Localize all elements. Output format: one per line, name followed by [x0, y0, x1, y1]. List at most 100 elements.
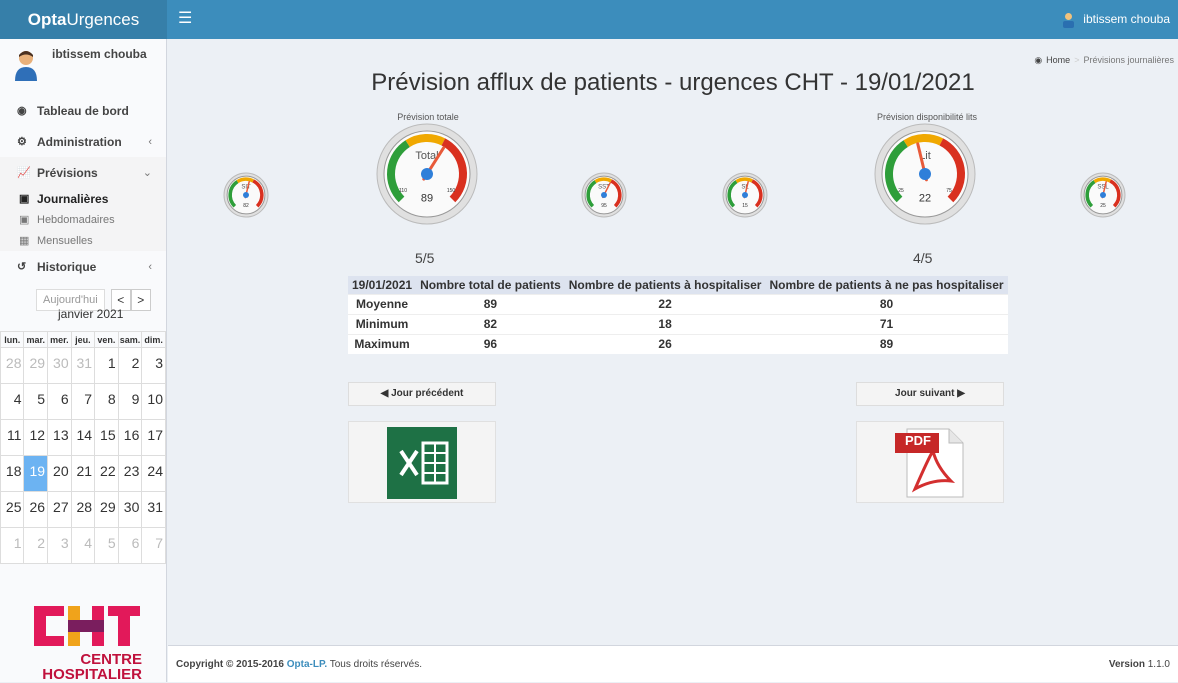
table-cell: 18: [564, 313, 766, 334]
sidebar-toggle-icon[interactable]: ☰: [178, 9, 192, 29]
calendar-day[interactable]: 30: [47, 347, 72, 384]
calendar-next-button[interactable]: >: [130, 289, 151, 311]
sidebar-subitem-label: Journalières: [37, 191, 109, 206]
gauge-value: 82: [243, 203, 249, 209]
calendar-day[interactable]: 14: [70, 419, 96, 456]
calendar-day[interactable]: 5: [94, 527, 119, 564]
gauge-total: Total89110 150: [376, 123, 478, 225]
sidebar-item-historique[interactable]: ↺ Historique ‹: [0, 251, 166, 282]
calendar-day[interactable]: 29: [23, 347, 49, 384]
calendar-day[interactable]: 31: [141, 491, 166, 528]
sidebar-item-label: Tableau de bord: [37, 103, 129, 118]
user-avatar-icon: [1063, 12, 1075, 28]
calendar-day[interactable]: 7: [70, 383, 96, 420]
chevron-down-icon: ⌄: [142, 167, 152, 179]
calendar-day[interactable]: 26: [23, 491, 49, 528]
calendar-day[interactable]: 6: [47, 383, 72, 420]
calendar-weekday: dim.: [141, 331, 166, 348]
calendar-day[interactable]: 25: [0, 491, 25, 528]
calendar-day[interactable]: 21: [70, 455, 96, 492]
calendar-day[interactable]: 15: [94, 419, 119, 456]
user-menu[interactable]: ibtissem chouba: [1062, 0, 1170, 39]
export-pdf-button[interactable]: PDF: [856, 421, 1004, 503]
breadcrumb-home[interactable]: Home: [1046, 55, 1070, 66]
gauge-value: 15: [742, 203, 748, 209]
calendar-day[interactable]: 5: [23, 383, 49, 420]
calendar-day[interactable]: 20: [47, 455, 72, 492]
gauge-title: SL: [741, 184, 749, 190]
table-cell: 89: [765, 333, 1008, 354]
calendar-day[interactable]: 19: [23, 455, 49, 492]
history-icon: ↺: [17, 261, 27, 273]
breadcrumb-current: Prévisions journalières: [1083, 55, 1174, 65]
calendar-day[interactable]: 3: [47, 527, 72, 564]
table-cell: 71: [765, 313, 1008, 334]
calendar-day[interactable]: 28: [0, 347, 25, 384]
calendar-day[interactable]: 9: [117, 383, 143, 420]
calendar-day[interactable]: 18: [0, 455, 25, 492]
chevron-left-icon: ‹: [148, 135, 152, 148]
footer: Copyright © 2015-2016 Opta-LP. Tous droi…: [168, 645, 1178, 682]
sidebar-item-previsions[interactable]: 📈 Prévisions ⌄: [0, 157, 166, 188]
calendar-day[interactable]: 24: [141, 455, 166, 492]
prediction-table: 19/01/2021 Nombre total de patients Nombre…: [348, 276, 1008, 354]
table-row-label: Minimum: [348, 313, 417, 334]
calendar-day[interactable]: 2: [117, 347, 143, 384]
excel-icon: [387, 427, 457, 499]
footer-company-link[interactable]: Opta-LP.: [287, 659, 327, 670]
version-number: 1.1.0: [1144, 659, 1170, 670]
table-cell: 82: [416, 313, 565, 334]
calendar-day[interactable]: 2: [23, 527, 49, 564]
previous-day-button[interactable]: ◀ Jour précédent: [348, 382, 496, 406]
calendar-day[interactable]: 22: [94, 455, 119, 492]
calendar-day[interactable]: 17: [141, 419, 166, 456]
table-row: Moyenne 89 22 80: [348, 293, 1008, 314]
calendar-day[interactable]: 10: [141, 383, 166, 420]
calendar-day[interactable]: 27: [47, 491, 72, 528]
sidebar-subitem-hebdomadaires[interactable]: ▣ Hebdomadaires: [0, 209, 166, 230]
top-navbar: OptaUrgences ☰ ibtissem chouba: [0, 0, 1178, 39]
mini-calendar: lun. mar. mer. jeu. ven. sam. dim. 28 29 30 31 1 2 3…: [0, 331, 166, 564]
table-header: Nombre total de patients: [416, 276, 565, 294]
gauge-needle-hub: [742, 192, 748, 198]
calendar-day[interactable]: 4: [0, 383, 25, 420]
sidebar-item-tableau-de-bord[interactable]: ◉ Tableau de bord: [0, 95, 166, 126]
calendar-weekday: lun.: [0, 331, 25, 348]
sidebar-item-administration[interactable]: ⚙ Administration ‹: [0, 126, 166, 157]
sidebar-subitem-mensuelles[interactable]: ▦ Mensuelles: [0, 230, 166, 251]
calendar-day[interactable]: 12: [23, 419, 49, 456]
export-excel-button[interactable]: [348, 421, 496, 503]
next-day-button[interactable]: Jour suivant ▶: [856, 382, 1004, 406]
calendar-day[interactable]: 4: [70, 527, 96, 564]
calendar-weekday: ven.: [94, 331, 119, 348]
calendar-day[interactable]: 28: [70, 491, 96, 528]
calendar-day[interactable]: 1: [0, 527, 25, 564]
calendar-day[interactable]: 1: [94, 347, 119, 384]
gauge-ssl: SSL 25: [1080, 172, 1126, 218]
calendar-day[interactable]: 6: [117, 527, 143, 564]
footer-copyright: Copyright © 2015-2016: [176, 659, 287, 670]
app-logo[interactable]: OptaUrgences: [0, 0, 167, 39]
calendar-day[interactable]: 16: [117, 419, 143, 456]
calendar-day[interactable]: 29: [94, 491, 119, 528]
gauge-value: 22: [919, 193, 931, 205]
score-total: 5/5: [415, 250, 435, 266]
score-lits: 4/5: [913, 250, 933, 266]
gauge-needle-hub: [919, 168, 931, 180]
calendar-day[interactable]: 13: [47, 419, 72, 456]
table-row-label: Moyenne: [348, 293, 417, 314]
calendar-weekday: sam.: [117, 331, 143, 348]
gauge-title: SIT: [241, 184, 251, 190]
calendar-day[interactable]: 11: [0, 419, 25, 456]
calendar-day[interactable]: 7: [141, 527, 166, 564]
sidebar-subitem-journalieres[interactable]: ▣ Journalières: [0, 188, 166, 209]
calendar-day[interactable]: 3: [141, 347, 166, 384]
calendar-day[interactable]: 23: [117, 455, 143, 492]
calendar-day[interactable]: 31: [70, 347, 96, 384]
calendar-day[interactable]: 30: [117, 491, 143, 528]
sidebar-item-label: Prévisions: [37, 165, 98, 180]
user-name: ibtissem chouba: [1083, 12, 1170, 26]
gauge-needle-hub: [421, 168, 433, 180]
calendar-day[interactable]: 8: [94, 383, 119, 420]
label-prevision-totale: Prévision totale: [397, 112, 459, 122]
